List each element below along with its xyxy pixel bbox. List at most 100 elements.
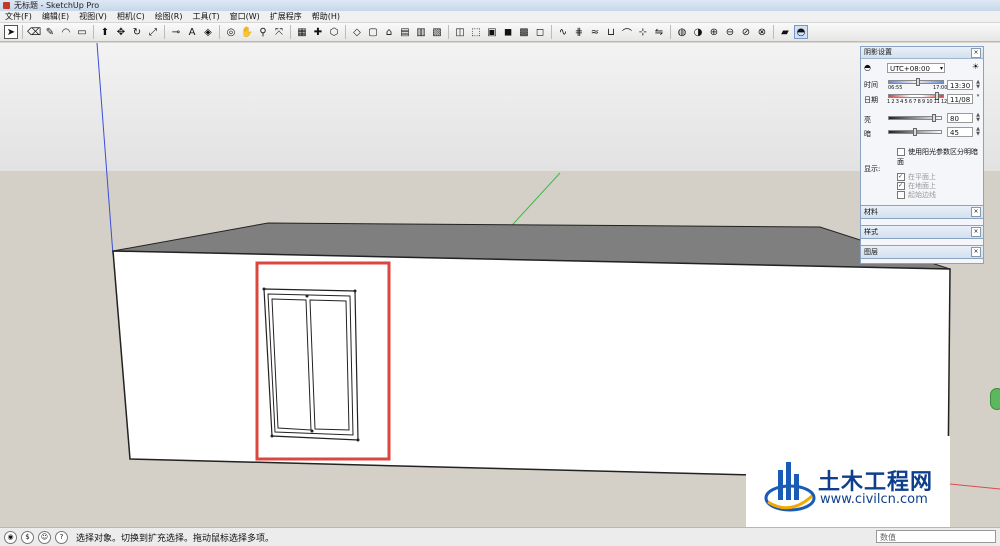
flip-edge-tool-button[interactable]: ⇋ [652, 25, 666, 39]
top-view-tool-button[interactable]: ▢ [366, 25, 380, 39]
on-faces-checkbox-box[interactable] [897, 173, 905, 181]
select-arrow-icon: ➤ [6, 26, 16, 38]
geo-location-icon[interactable]: ◉ [4, 530, 17, 544]
pan-tool-button[interactable]: ✋ [240, 25, 254, 39]
menu-view[interactable]: 视图(V) [74, 11, 112, 22]
light-slider-thumb[interactable] [932, 114, 936, 122]
zoom-tool-button[interactable]: ⚲ [256, 25, 270, 39]
sun-position-icon[interactable]: ☀ [972, 62, 979, 71]
zoom-extents-tool-button[interactable]: ⤧ [272, 25, 286, 39]
scale-tool-button[interactable]: ⤢ [146, 25, 160, 39]
side-floating-badge[interactable] [990, 388, 1000, 410]
shadow-toggle-icon[interactable]: ◓ [864, 63, 874, 72]
front-view-tool-button[interactable]: ⌂ [382, 25, 396, 39]
monochrome-tool-button[interactable]: ◻ [533, 25, 547, 39]
text-tool-button[interactable]: A [185, 25, 199, 39]
arc-tool-button[interactable]: ◠ [59, 25, 73, 39]
solid-trim-tool-button[interactable]: ⊘ [739, 25, 753, 39]
menu-camera[interactable]: 相机(C) [112, 11, 150, 22]
time-spinner[interactable]: ▲ ▼ [975, 80, 981, 90]
paint-bucket-tool-button[interactable]: ◈ [201, 25, 215, 39]
light-input[interactable]: 80 [947, 113, 973, 123]
dark-input[interactable]: 45 [947, 127, 973, 137]
right-view-tool-button[interactable]: ▤ [398, 25, 412, 39]
toolbar-separator [448, 25, 449, 39]
solid-split-tool-button[interactable]: ⊗ [755, 25, 769, 39]
add-detail-tool-button[interactable]: ⊹ [636, 25, 650, 39]
rectangle-tool-button[interactable]: ▭ [75, 25, 89, 39]
light-spinner[interactable]: ▲ ▼ [975, 113, 981, 123]
dark-spinner[interactable]: ▲ ▼ [975, 127, 981, 137]
pencil-line-tool-button[interactable]: ✎ [43, 25, 57, 39]
close-icon[interactable]: × [971, 48, 981, 58]
timezone-select[interactable]: UTC+08:00 ▾ [887, 63, 945, 73]
solid-outer-tool-button[interactable]: ◍ [675, 25, 689, 39]
menu-edit[interactable]: 编辑(E) [37, 11, 74, 22]
shadow-panel-header[interactable]: 阴影设置 × [861, 47, 983, 59]
time-slider[interactable] [888, 78, 944, 86]
light-slider[interactable] [888, 114, 942, 122]
menu-help[interactable]: 帮助(H) [307, 11, 345, 22]
section-plane-tool-button[interactable]: ▰ [778, 25, 792, 39]
left-view-tool-button[interactable]: ▧ [430, 25, 444, 39]
help-icon[interactable]: ? [55, 530, 68, 544]
eraser-tool-button[interactable]: ⌫ [27, 25, 41, 39]
on-ground-checkbox-box[interactable] [897, 182, 905, 190]
from-edges-checkbox[interactable]: 起始边线 [897, 190, 936, 200]
close-icon[interactable]: × [971, 207, 981, 217]
solid-intersect-tool-button[interactable]: ◑ [691, 25, 705, 39]
drape-tool-button[interactable]: ⌒ [620, 25, 634, 40]
use-sun-checkbox[interactable]: 使用阳光参数区分明暗面 [897, 147, 983, 167]
close-icon[interactable]: × [971, 247, 981, 257]
menu-draw[interactable]: 绘图(R) [150, 11, 188, 22]
from-edges-checkbox-box[interactable] [897, 191, 905, 199]
shaded-tool-button[interactable]: ◼ [501, 25, 515, 39]
extension-tool-button[interactable]: ✚ [311, 25, 325, 39]
dark-slider[interactable] [888, 128, 942, 136]
solid-union-tool-button[interactable]: ⊕ [707, 25, 721, 39]
textured-tool-button[interactable]: ▩ [517, 25, 531, 39]
component-tool-button[interactable]: ⬡ [327, 25, 341, 39]
menu-window[interactable]: 窗口(W) [225, 11, 265, 22]
smoove-tool-button[interactable]: ≈ [588, 25, 602, 39]
xray-tool-button[interactable]: ◫ [453, 25, 467, 39]
orbit-tool-button[interactable]: ◎ [224, 25, 238, 39]
warehouse-tool-button[interactable]: ▦ [295, 25, 309, 39]
wireframe-tool-button[interactable]: ⬚ [469, 25, 483, 39]
date-slider[interactable] [888, 92, 944, 100]
arc-icon: ◠ [61, 26, 71, 38]
tape-measure-icon: ⊸ [171, 26, 181, 38]
push-pull-tool-button[interactable]: ⬆ [98, 25, 112, 39]
tape-measure-tool-button[interactable]: ⊸ [169, 25, 183, 39]
hidden-line-tool-button[interactable]: ▣ [485, 25, 499, 39]
dark-slider-thumb[interactable] [913, 128, 917, 136]
date-select[interactable]: 11/08 [947, 94, 973, 104]
layers-panel-header[interactable]: 图层 × [860, 245, 984, 259]
use-sun-checkbox-box[interactable] [897, 148, 905, 156]
time-input[interactable]: 13:30 [947, 80, 973, 90]
time-slider-thumb[interactable] [916, 78, 920, 86]
materials-panel-header[interactable]: 材料 × [860, 205, 984, 219]
menu-extensions[interactable]: 扩展程序 [265, 11, 307, 22]
stamp-tool-button[interactable]: ⊔ [604, 25, 618, 39]
menu-tools[interactable]: 工具(T) [188, 11, 225, 22]
styles-panel-header[interactable]: 样式 × [860, 225, 984, 239]
iso-view-tool-button[interactable]: ◇ [350, 25, 364, 39]
menu-file[interactable]: 文件(F) [0, 11, 37, 22]
shadows-toggle-tool-button[interactable]: ◓ [794, 25, 808, 39]
solid-trim-icon: ⊘ [741, 26, 751, 38]
chevron-down-icon[interactable]: ▾ [975, 94, 981, 104]
select-arrow-tool-button[interactable]: ➤ [4, 25, 18, 39]
toolbar-separator [22, 25, 23, 39]
sandbox-contours-tool-button[interactable]: ∿ [556, 25, 570, 39]
back-view-tool-button[interactable]: ▥ [414, 25, 428, 39]
rotate-tool-button[interactable]: ↻ [130, 25, 144, 39]
user-icon[interactable]: ☺ [38, 530, 51, 544]
move-tool-button[interactable]: ✥ [114, 25, 128, 39]
dark-label: 暗 [864, 130, 871, 138]
sandbox-mesh-tool-button[interactable]: ⋕ [572, 25, 586, 39]
solid-subtract-tool-button[interactable]: ⊖ [723, 25, 737, 39]
credits-icon[interactable]: $ [21, 530, 34, 544]
measurements-box[interactable]: 数值 [876, 530, 996, 543]
close-icon[interactable]: × [971, 227, 981, 237]
